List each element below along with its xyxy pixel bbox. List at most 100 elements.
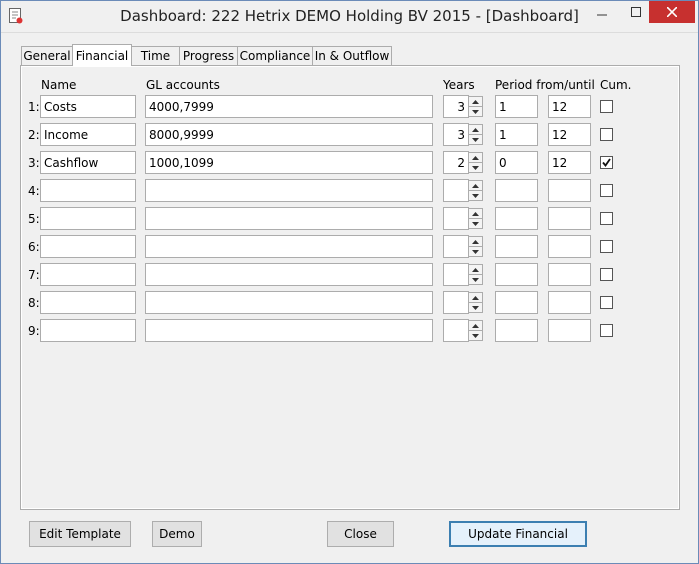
years-spinner[interactable] <box>468 96 483 117</box>
years-input[interactable] <box>443 151 469 174</box>
years-spinner[interactable] <box>468 320 483 341</box>
tab-progress[interactable]: Progress <box>179 46 238 65</box>
title-bar[interactable]: Dashboard: 222 Hetrix DEMO Holding BV 20… <box>1 1 698 33</box>
gl-accounts-input[interactable] <box>145 319 433 342</box>
name-input[interactable] <box>40 95 136 118</box>
years-input[interactable] <box>443 95 469 118</box>
period-from-input[interactable] <box>495 319 538 342</box>
tab-general[interactable]: General <box>21 46 73 65</box>
cumulative-checkbox[interactable] <box>600 268 613 281</box>
name-input[interactable] <box>40 263 136 286</box>
period-from-input[interactable] <box>495 95 538 118</box>
years-input[interactable] <box>443 263 469 286</box>
years-spinner[interactable] <box>468 124 483 145</box>
spin-up-icon[interactable] <box>469 125 482 135</box>
period-until-input[interactable] <box>548 123 591 146</box>
spin-up-icon[interactable] <box>469 181 482 191</box>
cumulative-checkbox[interactable] <box>600 128 613 141</box>
years-input[interactable] <box>443 207 469 230</box>
row-label: 6: <box>28 240 40 254</box>
cumulative-checkbox[interactable] <box>600 184 613 197</box>
spin-up-icon[interactable] <box>469 209 482 219</box>
spin-down-icon[interactable] <box>469 107 482 116</box>
name-input[interactable] <box>40 179 136 202</box>
name-input[interactable] <box>40 319 136 342</box>
period-until-input[interactable] <box>548 95 591 118</box>
edit-template-button[interactable]: Edit Template <box>29 521 131 547</box>
cumulative-checkbox[interactable] <box>600 240 613 253</box>
period-until-input[interactable] <box>548 235 591 258</box>
period-from-input[interactable] <box>495 151 538 174</box>
spin-down-icon[interactable] <box>469 247 482 256</box>
spin-up-icon[interactable] <box>469 321 482 331</box>
years-spinner[interactable] <box>468 292 483 313</box>
close-window-button[interactable] <box>649 1 695 23</box>
period-until-input[interactable] <box>548 151 591 174</box>
years-spinner[interactable] <box>468 264 483 285</box>
gl-accounts-input[interactable] <box>145 123 433 146</box>
close-button[interactable]: Close <box>327 521 394 547</box>
name-input[interactable] <box>40 291 136 314</box>
name-input[interactable] <box>40 207 136 230</box>
years-spinner[interactable] <box>468 180 483 201</box>
demo-button[interactable]: Demo <box>152 521 202 547</box>
tab-financial[interactable]: Financial <box>72 44 132 66</box>
tab-compliance[interactable]: Compliance <box>237 46 313 65</box>
gl-accounts-input[interactable] <box>145 291 433 314</box>
maximize-icon <box>631 7 641 17</box>
period-until-input[interactable] <box>548 263 591 286</box>
spin-down-icon[interactable] <box>469 331 482 340</box>
spin-up-icon[interactable] <box>469 153 482 163</box>
years-input[interactable] <box>443 291 469 314</box>
spin-down-icon[interactable] <box>469 191 482 200</box>
gl-accounts-input[interactable] <box>145 151 433 174</box>
years-spinner[interactable] <box>468 208 483 229</box>
spin-up-icon[interactable] <box>469 293 482 303</box>
period-from-input[interactable] <box>495 207 538 230</box>
minimize-button[interactable] <box>587 1 617 23</box>
gl-accounts-input[interactable] <box>145 235 433 258</box>
tab-in-outflow[interactable]: In & Outflow <box>312 46 392 65</box>
cumulative-checkbox[interactable] <box>600 296 613 309</box>
years-input[interactable] <box>443 235 469 258</box>
maximize-button[interactable] <box>621 1 651 23</box>
cumulative-checkbox[interactable] <box>600 156 613 169</box>
gl-accounts-input[interactable] <box>145 95 433 118</box>
update-financial-button[interactable]: Update Financial <box>449 521 587 547</box>
header-period: Period from/until <box>495 78 595 92</box>
spin-up-icon[interactable] <box>469 237 482 247</box>
period-from-input[interactable] <box>495 263 538 286</box>
period-from-input[interactable] <box>495 123 538 146</box>
years-input[interactable] <box>443 319 469 342</box>
name-input[interactable] <box>40 123 136 146</box>
header-name: Name <box>41 78 77 92</box>
period-until-input[interactable] <box>548 319 591 342</box>
period-from-input[interactable] <box>495 179 538 202</box>
cumulative-checkbox[interactable] <box>600 100 613 113</box>
gl-accounts-input[interactable] <box>145 207 433 230</box>
spin-down-icon[interactable] <box>469 219 482 228</box>
cumulative-checkbox[interactable] <box>600 324 613 337</box>
years-spinner[interactable] <box>468 152 483 173</box>
period-until-input[interactable] <box>548 207 591 230</box>
spin-down-icon[interactable] <box>469 275 482 284</box>
name-input[interactable] <box>40 151 136 174</box>
spin-down-icon[interactable] <box>469 163 482 172</box>
tab-time[interactable]: Time <box>131 46 180 65</box>
name-input[interactable] <box>40 235 136 258</box>
spin-down-icon[interactable] <box>469 135 482 144</box>
gl-accounts-input[interactable] <box>145 179 433 202</box>
spin-up-icon[interactable] <box>469 97 482 107</box>
years-spinner[interactable] <box>468 236 483 257</box>
period-from-input[interactable] <box>495 235 538 258</box>
spin-up-icon[interactable] <box>469 265 482 275</box>
years-input[interactable] <box>443 179 469 202</box>
spin-down-icon[interactable] <box>469 303 482 312</box>
period-until-input[interactable] <box>548 291 591 314</box>
period-until-input[interactable] <box>548 179 591 202</box>
gl-accounts-input[interactable] <box>145 263 433 286</box>
row-label: 3: <box>28 156 40 170</box>
years-input[interactable] <box>443 123 469 146</box>
cumulative-checkbox[interactable] <box>600 212 613 225</box>
period-from-input[interactable] <box>495 291 538 314</box>
